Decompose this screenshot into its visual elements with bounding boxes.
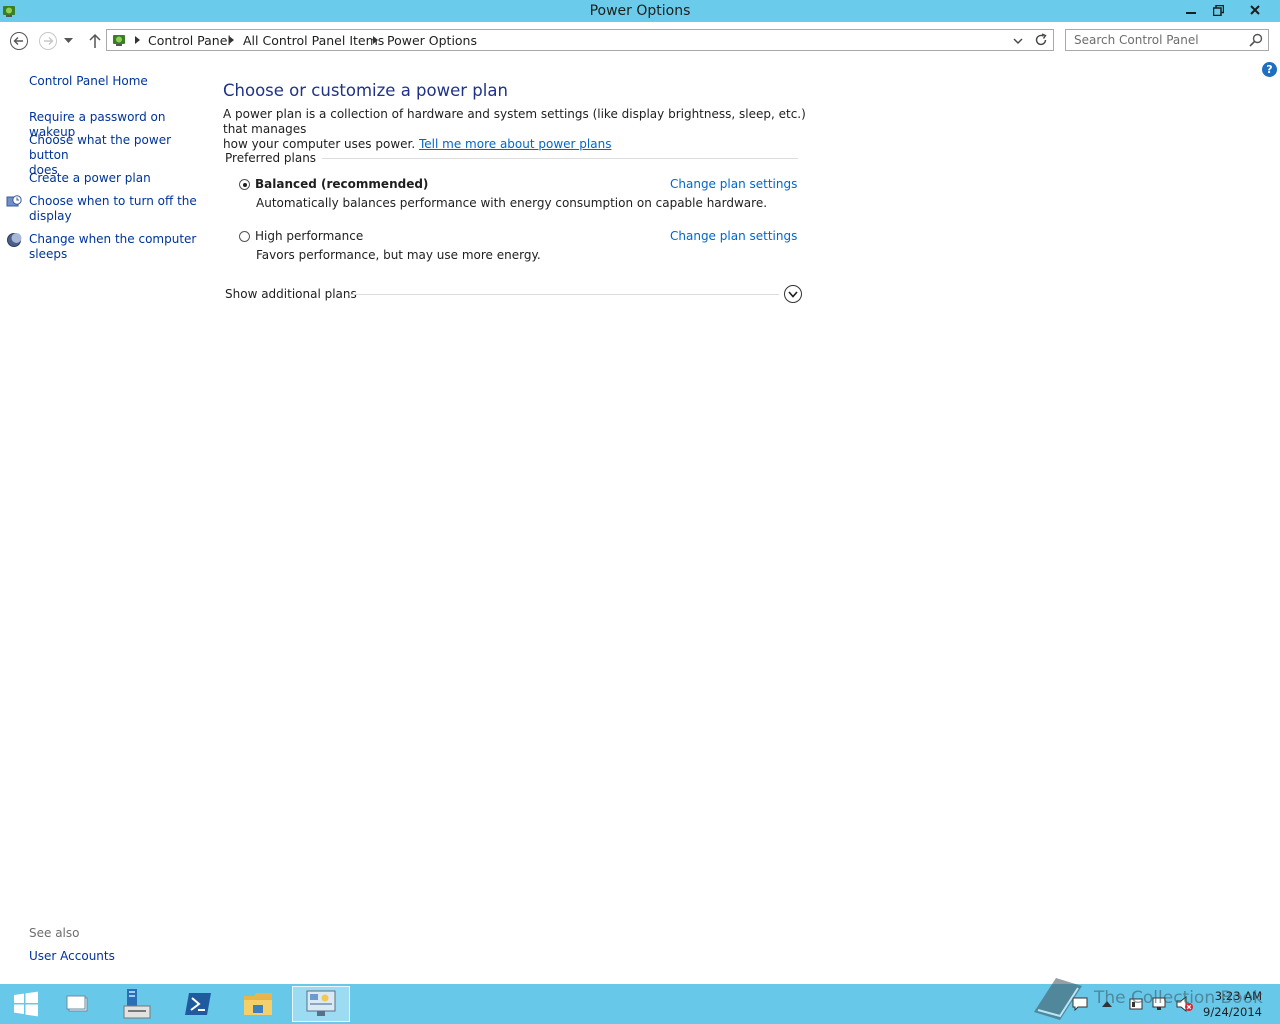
- taskbar-server-manager[interactable]: [52, 986, 104, 1022]
- action-center-icon[interactable]: [1072, 997, 1088, 1011]
- folder-icon: [244, 993, 272, 1015]
- intro-line-2: how your computer uses power. Tell me mo…: [223, 137, 813, 152]
- network-icon[interactable]: [1152, 996, 1170, 1012]
- clock-date: 9/24/2014: [1203, 1005, 1262, 1019]
- show-hidden-icons-icon[interactable]: [1102, 1000, 1112, 1008]
- computer-sleeps-link[interactable]: Change when the computer sleeps: [29, 232, 199, 262]
- address-dropdown-icon[interactable]: [1011, 34, 1025, 48]
- intro-line-2-text: how your computer uses power.: [223, 137, 416, 151]
- up-button[interactable]: [84, 30, 106, 52]
- intro-text: A power plan is a collection of hardware…: [223, 107, 813, 152]
- taskbar-clock[interactable]: 3:23 AM 9/24/2014: [1203, 988, 1262, 1020]
- moon-icon: [7, 233, 22, 247]
- plan-high-performance-radio[interactable]: [239, 231, 250, 242]
- user-accounts-link[interactable]: User Accounts: [29, 949, 115, 963]
- chevron-down-icon: [788, 290, 798, 298]
- link-label: Choose what the power button: [29, 133, 172, 162]
- learn-more-link[interactable]: Tell me more about power plans: [419, 137, 611, 151]
- forward-arrow-icon: [39, 32, 57, 50]
- volume-muted-icon[interactable]: [1176, 996, 1194, 1012]
- server-icon: [66, 995, 88, 1012]
- notification-area: [1072, 984, 1194, 1024]
- control-panel-home-link[interactable]: Control Panel Home: [29, 74, 199, 89]
- expand-additional-plans-button[interactable]: [784, 285, 802, 303]
- breadcrumb-separator-icon: [229, 36, 234, 44]
- breadcrumb-control-panel[interactable]: Control Panel: [148, 33, 231, 48]
- navigation-bar: Control Panel All Control Panel Items Po…: [0, 24, 1280, 58]
- display-icon: [6, 195, 22, 207]
- help-icon[interactable]: ?: [1262, 62, 1277, 77]
- minimize-icon: [1186, 12, 1196, 14]
- intro-line-1: A power plan is a collection of hardware…: [223, 107, 806, 136]
- breadcrumb-power-options[interactable]: Power Options: [387, 33, 477, 48]
- close-icon: [1250, 5, 1260, 15]
- refresh-icon[interactable]: [1033, 32, 1049, 48]
- plan-name[interactable]: High performance: [255, 229, 363, 243]
- powershell-icon: [185, 993, 211, 1015]
- link-label: Create a power plan: [29, 171, 151, 185]
- link-label: Choose when to turn off the: [29, 194, 197, 208]
- control-panel-icon: [306, 990, 336, 1016]
- window-title: Power Options: [589, 3, 691, 19]
- link-label: sleeps: [29, 247, 68, 261]
- restore-button[interactable]: [1205, 0, 1231, 20]
- clock-time: 3:23 AM: [1214, 989, 1262, 1003]
- search-input[interactable]: [1066, 30, 1250, 50]
- chevron-down-icon: [63, 38, 73, 43]
- taskbar-server-manager-2[interactable]: [110, 986, 162, 1022]
- plan-description: Automatically balances performance with …: [256, 196, 768, 210]
- back-button[interactable]: [8, 30, 30, 52]
- power-tray-icon[interactable]: [1128, 996, 1146, 1012]
- close-button[interactable]: [1232, 0, 1278, 20]
- restore-icon: [1212, 4, 1224, 16]
- taskbar-powershell[interactable]: [172, 986, 224, 1022]
- taskbar-control-panel[interactable]: [292, 986, 350, 1022]
- recent-locations-button[interactable]: [61, 30, 75, 52]
- title-bar: Power Options: [0, 0, 1280, 22]
- breadcrumb-all-items[interactable]: All Control Panel Items: [243, 33, 384, 48]
- up-arrow-icon: [89, 33, 101, 48]
- turn-off-display-link[interactable]: Choose when to turn off the display: [29, 194, 199, 224]
- plan-balanced-radio[interactable]: [239, 179, 250, 190]
- start-button[interactable]: [0, 986, 52, 1022]
- toolbox-icon: [123, 989, 151, 1019]
- link-label: display: [29, 209, 72, 223]
- address-bar[interactable]: Control Panel All Control Panel Items Po…: [106, 29, 1054, 51]
- search-box: [1065, 29, 1269, 51]
- see-also-heading: See also: [29, 926, 80, 940]
- show-additional-plans-label[interactable]: Show additional plans: [225, 287, 357, 301]
- create-power-plan-link[interactable]: Create a power plan: [29, 171, 199, 186]
- link-label: Change when the computer: [29, 232, 197, 246]
- search-icon[interactable]: [1249, 33, 1263, 47]
- minimize-button[interactable]: [1178, 0, 1204, 20]
- control-panel-icon: [113, 35, 125, 46]
- taskbar-file-explorer[interactable]: [232, 986, 284, 1022]
- breadcrumb-separator-icon: [135, 36, 140, 44]
- windows-logo-icon: [14, 991, 38, 1017]
- page-title: Choose or customize a power plan: [223, 81, 508, 100]
- preferred-plans-header: Preferred plans: [225, 151, 323, 165]
- change-plan-settings-link[interactable]: Change plan settings: [670, 229, 797, 243]
- plan-description: Favors performance, but may use more ene…: [256, 248, 541, 262]
- change-plan-settings-link[interactable]: Change plan settings: [670, 177, 797, 191]
- taskbar: 3:23 AM 9/24/2014: [0, 984, 1280, 1024]
- plan-name[interactable]: Balanced (recommended): [255, 177, 428, 191]
- breadcrumb-separator-icon: [373, 36, 378, 44]
- forward-button[interactable]: [37, 30, 59, 52]
- back-arrow-icon: [10, 32, 28, 50]
- additional-plans-divider: [349, 294, 779, 295]
